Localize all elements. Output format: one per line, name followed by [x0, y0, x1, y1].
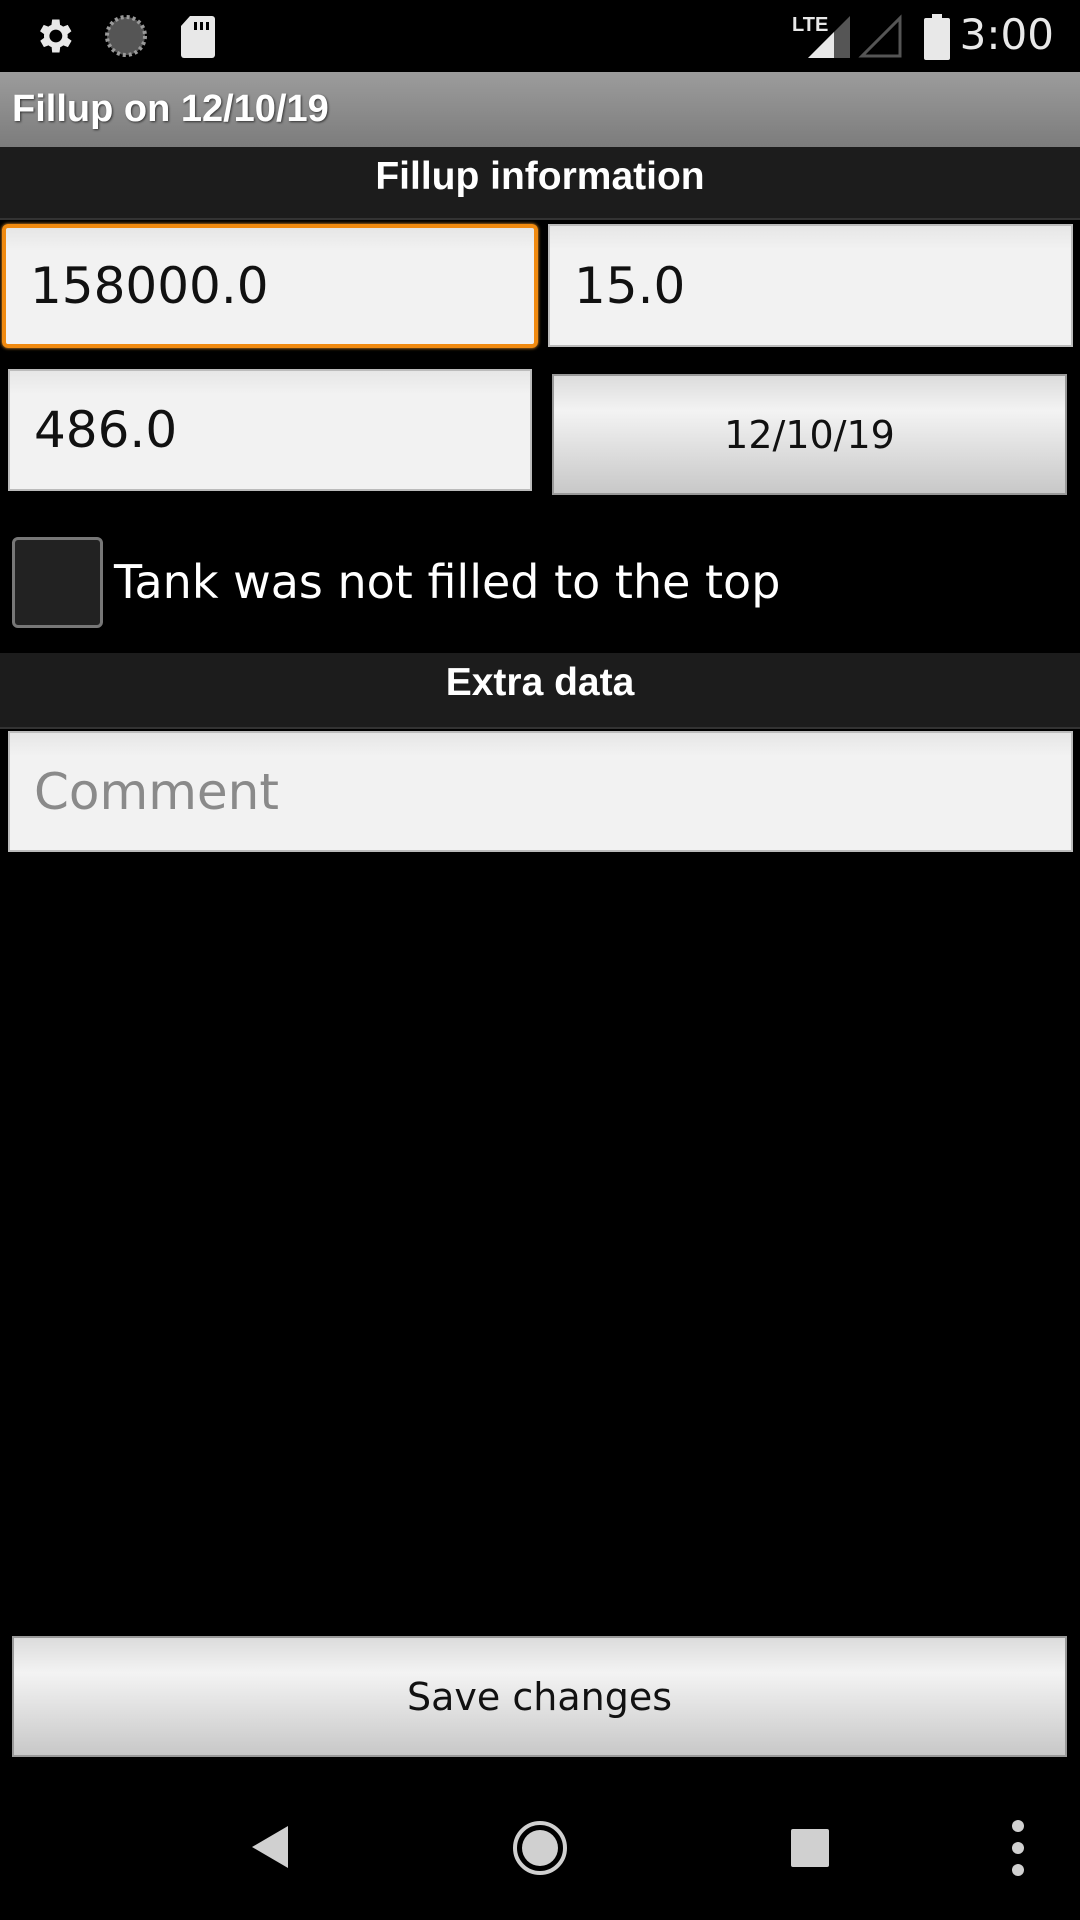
section-header-extra-data: Extra data — [0, 653, 1080, 729]
signal-empty-icon — [858, 14, 902, 58]
section-header-fillup-information: Fillup information — [0, 147, 1080, 220]
tank-not-full-checkbox[interactable] — [12, 537, 103, 628]
title-bar: Fillup on 12/10/19 — [0, 72, 1080, 147]
recents-icon[interactable] — [791, 1829, 829, 1867]
volume-input[interactable]: 15.0 — [548, 224, 1073, 347]
tank-not-full-label[interactable]: Tank was not filled to the top — [114, 555, 780, 609]
price-input[interactable]: 486.0 — [8, 369, 532, 491]
page-title: Fillup on 12/10/19 — [12, 88, 329, 130]
status-bar: LTE 3:00 — [0, 0, 1080, 72]
odometer-input[interactable]: 158000.0 — [2, 224, 538, 348]
date-picker-button[interactable]: 12/10/19 — [552, 374, 1067, 495]
sync-icon — [105, 15, 147, 57]
comment-input[interactable]: Comment — [8, 731, 1073, 852]
clock: 3:00 — [959, 10, 1054, 59]
gear-icon — [40, 19, 72, 53]
overflow-menu-icon[interactable] — [1010, 1818, 1026, 1878]
back-icon[interactable] — [248, 1824, 292, 1870]
lte-signal-icon — [808, 16, 850, 58]
battery-icon — [924, 14, 950, 60]
sd-card-icon — [181, 16, 215, 58]
home-icon[interactable] — [512, 1820, 568, 1876]
save-changes-button[interactable]: Save changes — [12, 1636, 1067, 1757]
